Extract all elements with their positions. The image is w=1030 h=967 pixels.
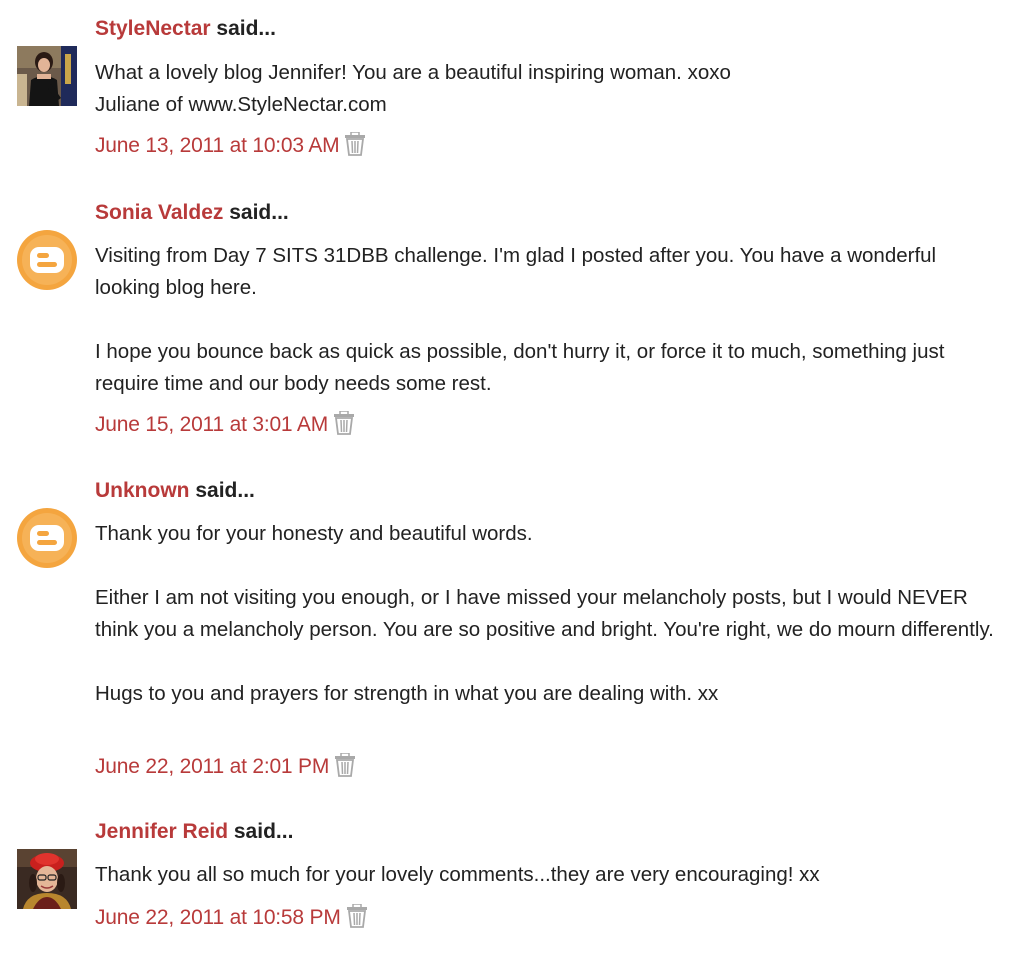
comment-body: What a lovely blog Jennifer! You are a b… — [95, 57, 1005, 121]
comment-author-line: StyleNectar said... — [95, 17, 276, 41]
avatar[interactable] — [17, 849, 77, 909]
comment-author-line: Unknown said... — [95, 479, 255, 503]
comment-line: What a lovely blog Jennifer! You are a b… — [95, 61, 731, 84]
comment-author-line: Jennifer Reid said... — [95, 820, 293, 844]
author-link[interactable]: Unknown — [95, 479, 190, 502]
comment-timestamp-link[interactable]: June 22, 2011 at 10:58 PM — [95, 906, 341, 930]
trash-icon[interactable] — [334, 752, 356, 777]
said-label: said... — [189, 479, 255, 502]
comment-line: Juliane of www.StyleNectar.com — [95, 93, 387, 116]
comment-footer: June 13, 2011 at 10:03 AM — [95, 130, 366, 162]
blogger-icon — [17, 508, 77, 568]
avatar[interactable] — [17, 230, 77, 290]
said-label: said... — [228, 820, 294, 843]
comment-paragraph: Either I am not visiting you enough, or … — [95, 586, 994, 641]
said-label: said... — [210, 17, 276, 40]
jennifer-reid-avatar-image — [17, 849, 77, 909]
comment-paragraph: Thank you for your honesty and beautiful… — [95, 522, 533, 545]
author-link[interactable]: StyleNectar — [95, 17, 211, 40]
blogger-icon — [17, 230, 77, 290]
comment-body: Thank you for your honesty and beautiful… — [95, 518, 1005, 710]
comment-paragraph: I hope you bounce back as quick as possi… — [95, 340, 945, 395]
comment-paragraph: Hugs to you and prayers for strength in … — [95, 682, 719, 705]
comment-body: Thank you all so much for your lovely co… — [95, 859, 1005, 891]
comment-footer: June 22, 2011 at 2:01 PM — [95, 751, 356, 783]
author-link[interactable]: Jennifer Reid — [95, 820, 228, 843]
trash-icon[interactable] — [346, 903, 368, 928]
comment-footer: June 22, 2011 at 10:58 PM — [95, 902, 368, 934]
said-label: said... — [223, 201, 289, 224]
trash-icon[interactable] — [344, 131, 366, 156]
comment-body: Visiting from Day 7 SITS 31DBB challenge… — [95, 240, 1005, 400]
comment-timestamp-link[interactable]: June 15, 2011 at 3:01 AM — [95, 413, 328, 437]
comment-author-line: Sonia Valdez said... — [95, 201, 289, 225]
stylenectar-avatar-image — [17, 46, 77, 106]
comment-timestamp-link[interactable]: June 13, 2011 at 10:03 AM — [95, 134, 340, 158]
trash-icon[interactable] — [333, 410, 355, 435]
comment-paragraph: Visiting from Day 7 SITS 31DBB challenge… — [95, 244, 937, 299]
author-link[interactable]: Sonia Valdez — [95, 201, 223, 224]
comment-paragraph: Thank you all so much for your lovely co… — [95, 863, 820, 886]
comment-timestamp-link[interactable]: June 22, 2011 at 2:01 PM — [95, 755, 329, 779]
avatar[interactable] — [17, 46, 77, 106]
comment-footer: June 15, 2011 at 3:01 AM — [95, 409, 355, 441]
avatar[interactable] — [17, 508, 77, 568]
